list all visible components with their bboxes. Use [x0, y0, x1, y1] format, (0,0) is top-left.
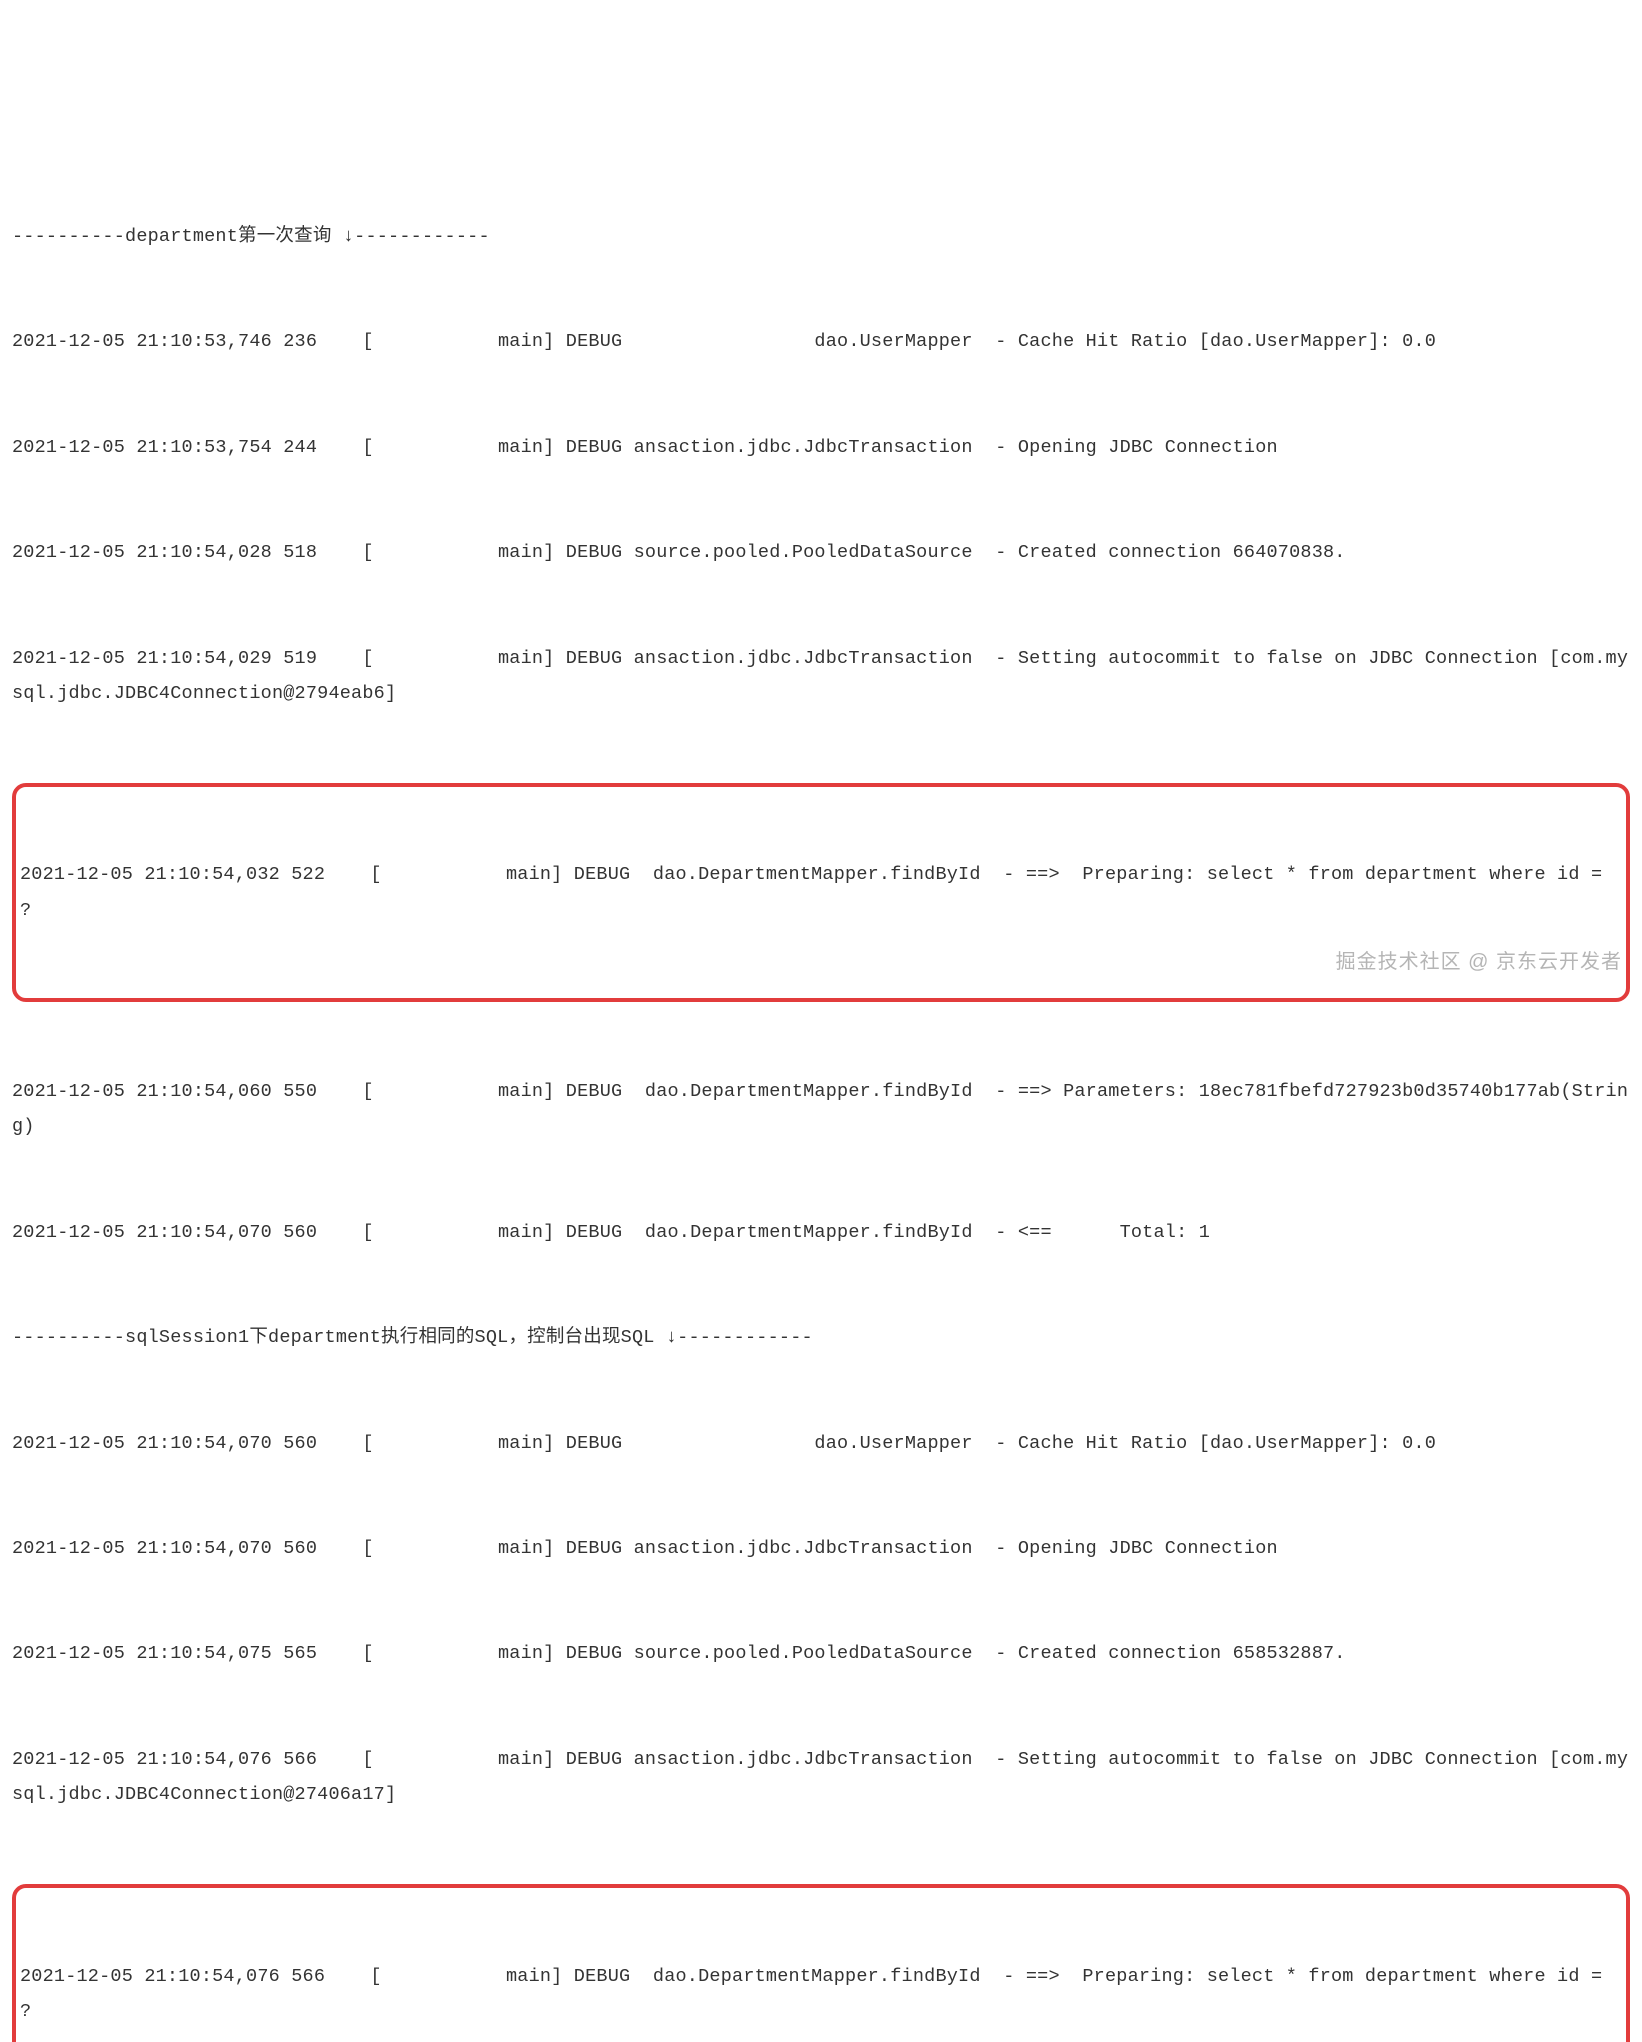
log-line: 2021-12-05 21:10:53,746 236 [ main] DEBU… — [12, 324, 1630, 359]
log-line: 2021-12-05 21:10:54,075 565 [ main] DEBU… — [12, 1636, 1630, 1671]
log-line: 2021-12-05 21:10:54,029 519 [ main] DEBU… — [12, 641, 1630, 711]
log-output: ----------department第一次查询 ↓------------ … — [12, 149, 1630, 2042]
log-line: 2021-12-05 21:10:54,070 560 [ main] DEBU… — [12, 1426, 1630, 1461]
log-line: 2021-12-05 21:10:54,070 560 [ main] DEBU… — [12, 1215, 1630, 1250]
log-line: ----------sqlSession1下department执行相同的SQL… — [12, 1320, 1630, 1355]
log-line-highlighted: 2021-12-05 21:10:54,032 522 [ main] DEBU… — [20, 857, 1622, 927]
log-line: ----------department第一次查询 ↓------------ — [12, 219, 1630, 254]
log-line: 2021-12-05 21:10:54,070 560 [ main] DEBU… — [12, 1531, 1630, 1566]
log-line: 2021-12-05 21:10:54,076 566 [ main] DEBU… — [12, 1742, 1630, 1812]
log-line: 2021-12-05 21:10:54,060 550 [ main] DEBU… — [12, 1074, 1630, 1144]
log-line-highlighted: 2021-12-05 21:10:54,076 566 [ main] DEBU… — [20, 1959, 1622, 2029]
log-line: 2021-12-05 21:10:53,754 244 [ main] DEBU… — [12, 430, 1630, 465]
log-line: 2021-12-05 21:10:54,028 518 [ main] DEBU… — [12, 535, 1630, 570]
highlight-box-1: 2021-12-05 21:10:54,032 522 [ main] DEBU… — [12, 783, 1630, 1002]
highlight-box-2: 2021-12-05 21:10:54,076 566 [ main] DEBU… — [12, 1884, 1630, 2042]
